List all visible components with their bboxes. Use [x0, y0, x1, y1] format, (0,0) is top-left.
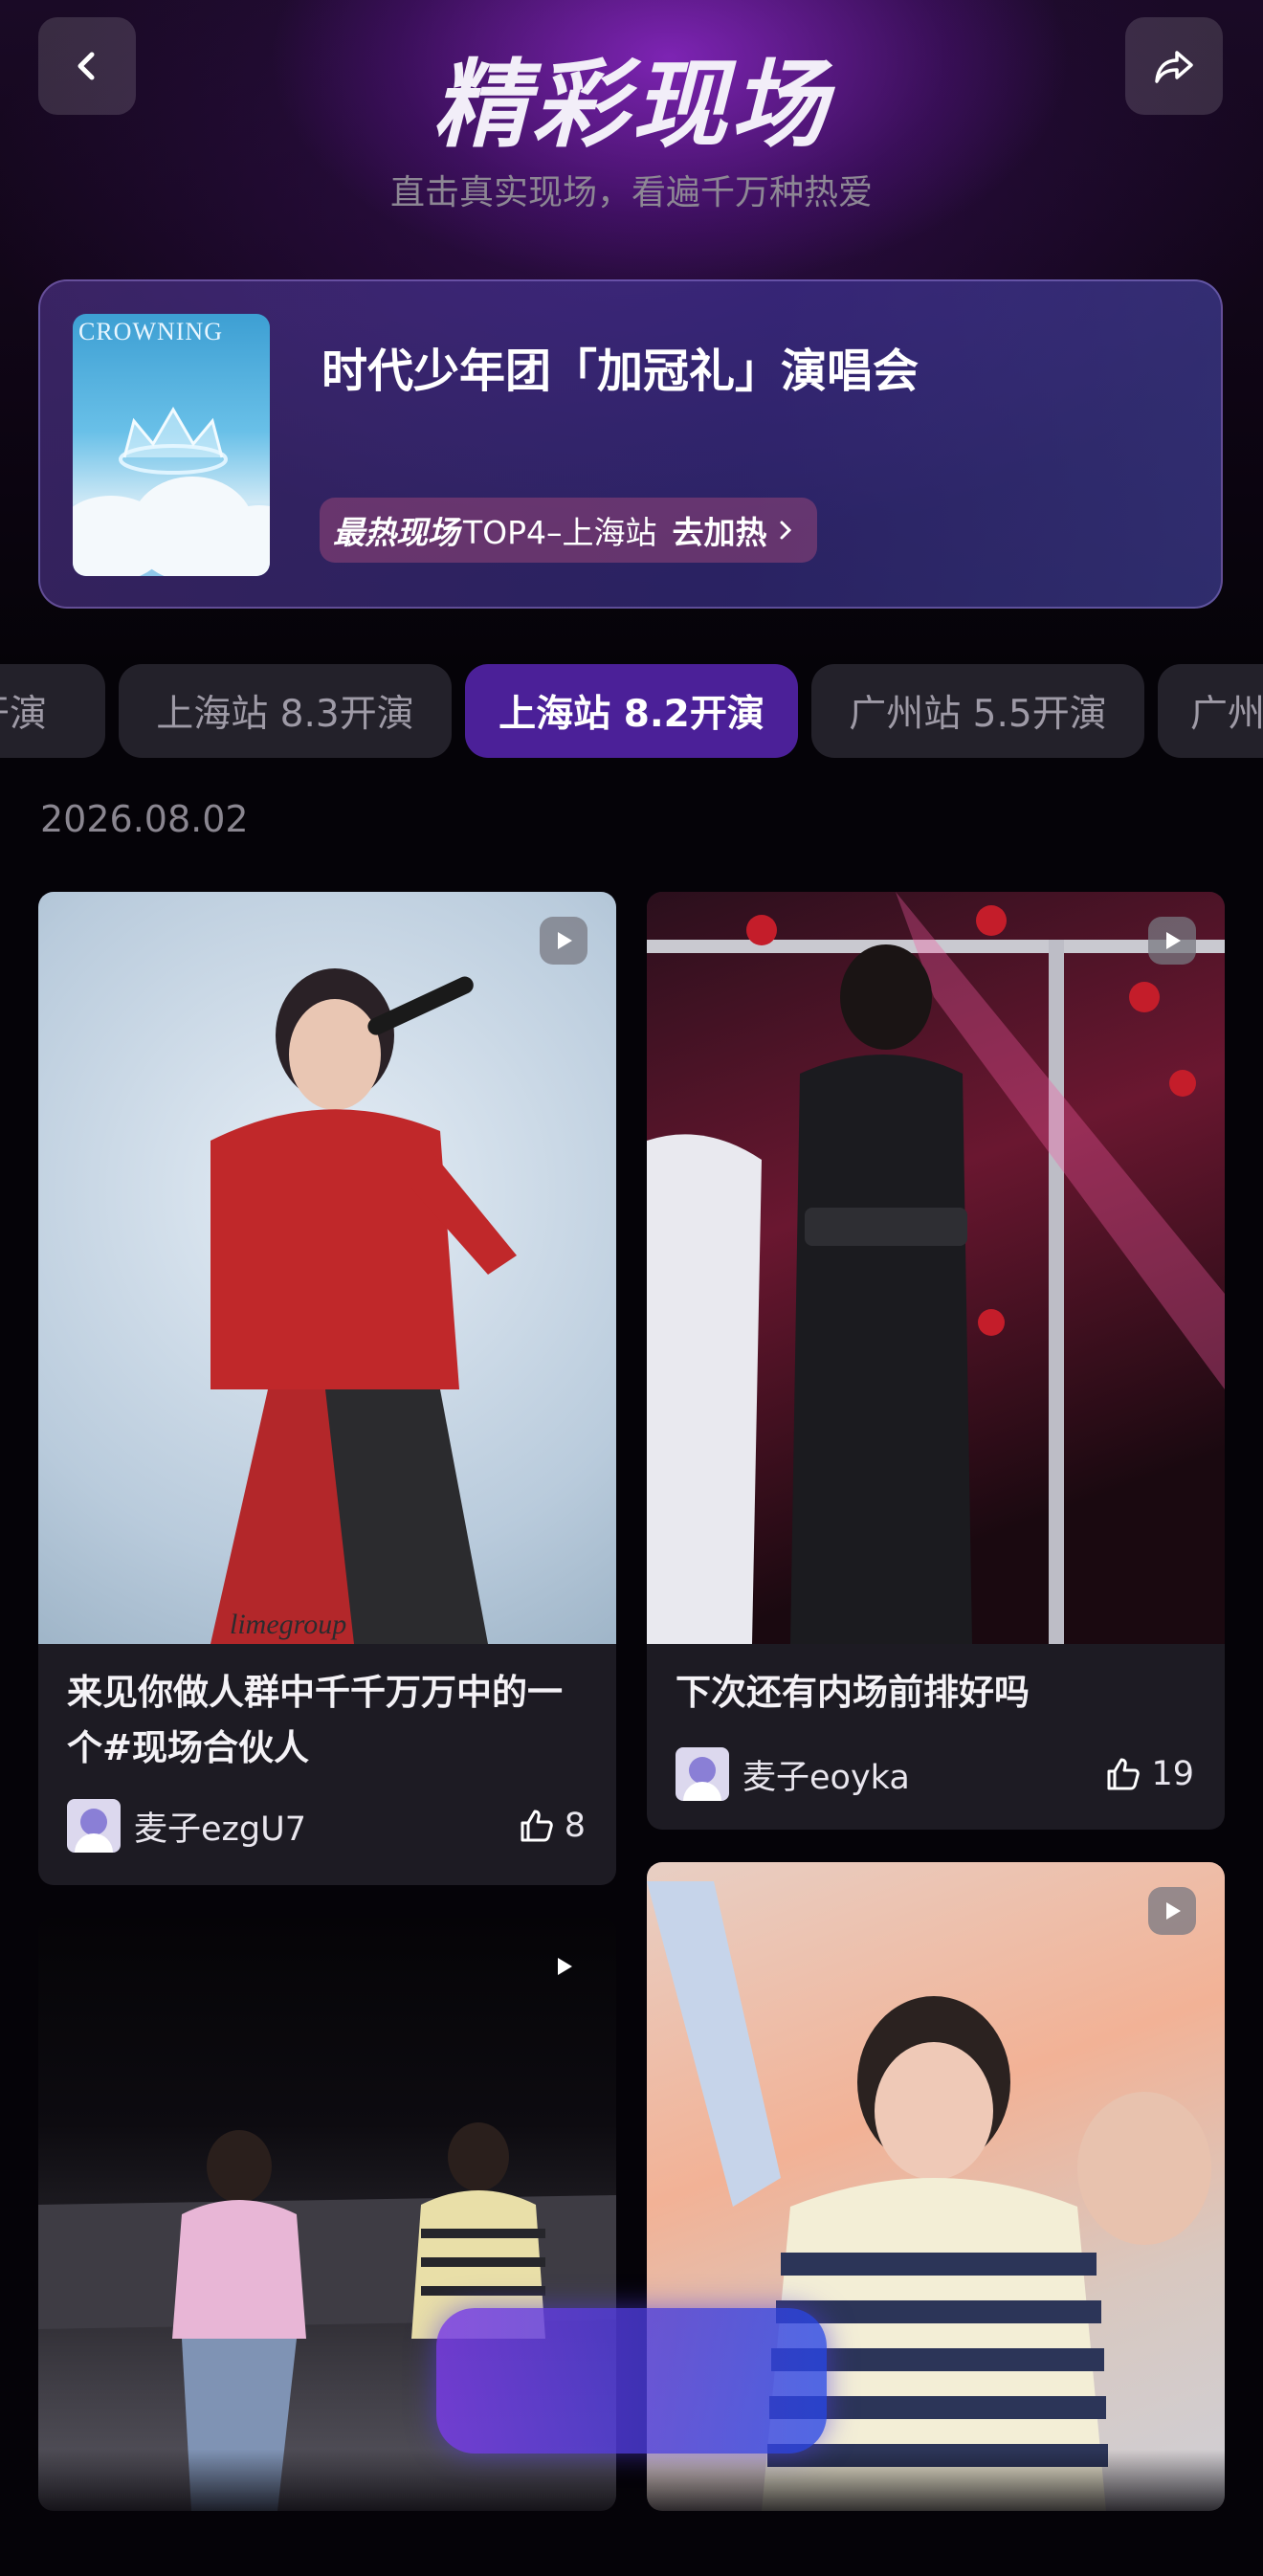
play-icon: [540, 1943, 587, 1990]
poster-title: CROWNING: [78, 318, 223, 345]
hot-label: 最热现场: [333, 514, 459, 551]
chevron-right-icon: [780, 521, 791, 540]
boost-link[interactable]: 去加热: [673, 507, 767, 553]
performer-photo: [647, 892, 1225, 1644]
session-tabs: 开演 上海站 8.3开演 上海站 8.2开演 广州站 5.5开演 广州: [0, 664, 1263, 758]
post-image: limegroup: [38, 892, 616, 1644]
hot-rank: TOP4–上海站: [463, 514, 657, 551]
page-subtitle: 直击真实现场，看遍千万种热爱: [389, 173, 873, 212]
avatar: [67, 1799, 121, 1853]
tab-session-1[interactable]: 上海站 8.3开演: [119, 664, 452, 758]
post-caption: 下次还有内场前排好吗: [676, 1672, 1030, 1713]
post-watermark: limegroup: [230, 1609, 346, 1640]
avatar: [676, 1747, 729, 1801]
concert-title: 时代少年团「加冠礼」演唱会: [321, 344, 920, 398]
thumbs-up-icon: [521, 1810, 553, 1842]
bottom-fade: [0, 2450, 1263, 2576]
date-label: 2026.08.02: [40, 798, 249, 840]
post-card[interactable]: limegroup 来见你做人群中千千万万中的一 个#现场合伙人 麦子ezgU7…: [38, 892, 616, 1885]
concert-card[interactable]: CROWNING 时代少年团「加冠礼」演唱会 最热现场 TOP4–上海站 去加热: [38, 279, 1223, 609]
tab-session-3[interactable]: 广州站 5.5开演: [811, 664, 1144, 758]
post-caption-line1: 来见你做人群中千千万万中的一: [67, 1672, 563, 1713]
post-author[interactable]: 麦子ezgU7: [67, 1799, 306, 1853]
thumbs-up-icon: [1107, 1758, 1141, 1790]
like-count: 8: [564, 1807, 586, 1845]
page-title: 精彩现场: [432, 49, 831, 161]
like-button[interactable]: 19: [1103, 1747, 1194, 1801]
crown-illustration: [119, 407, 228, 475]
post-author[interactable]: 麦子eoyka: [676, 1747, 910, 1801]
username: 麦子eoyka: [742, 1758, 910, 1797]
tab-session-4[interactable]: 广州: [1158, 664, 1263, 758]
tab-session-2[interactable]: 上海站 8.2开演: [465, 664, 798, 758]
play-icon: [1148, 917, 1196, 965]
post-caption-line2: 个#现场合伙人: [67, 1727, 310, 1768]
play-icon: [1148, 1887, 1196, 1935]
hot-rank-tag[interactable]: 最热现场 TOP4–上海站 去加热: [320, 498, 817, 563]
tab-session-0[interactable]: 开演: [0, 664, 105, 758]
like-count: 19: [1151, 1755, 1194, 1793]
username: 麦子ezgU7: [134, 1810, 307, 1849]
performer-photo: limegroup: [210, 968, 517, 1644]
like-button[interactable]: 8: [517, 1799, 586, 1853]
post-card[interactable]: 下次还有内场前排好吗 麦子eoyka 19: [647, 892, 1225, 1830]
concert-poster: CROWNING: [73, 314, 270, 576]
post-image: [647, 892, 1225, 1644]
play-icon: [540, 917, 587, 965]
floating-action-button[interactable]: [436, 2308, 827, 2454]
